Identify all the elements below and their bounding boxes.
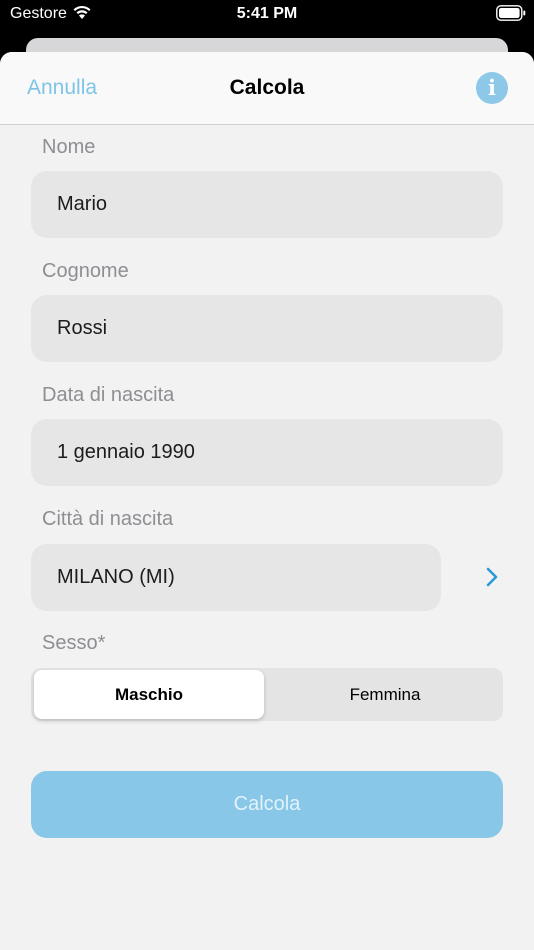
data-nascita-label: Data di nascita: [42, 384, 175, 406]
info-icon[interactable]: i: [476, 72, 508, 104]
sesso-label: Sesso*: [42, 632, 106, 654]
chevron-right-icon[interactable]: [484, 565, 500, 589]
page-title: Calcola: [229, 76, 305, 99]
citta-nascita-label: Città di nascita: [42, 508, 174, 530]
segment-femmina[interactable]: Femmina: [270, 670, 500, 719]
status-time: 5:41 PM: [236, 5, 298, 22]
battery-icon: [496, 5, 526, 21]
data-nascita-input[interactable]: 1 gennaio 1990: [31, 419, 503, 486]
screen: Gestore 5:41 PM Annulla Calcola i Nome M…: [0, 0, 534, 950]
cognome-input[interactable]: Rossi: [31, 295, 503, 362]
sesso-segmented-control: Maschio Femmina: [31, 668, 503, 721]
navigation-bar: Annulla Calcola i: [0, 52, 534, 125]
nome-label: Nome: [42, 136, 96, 158]
segment-maschio[interactable]: Maschio: [34, 670, 264, 719]
cognome-label: Cognome: [42, 260, 129, 282]
citta-nascita-input[interactable]: MILANO (MI): [31, 544, 441, 611]
nome-input[interactable]: Mario: [31, 171, 503, 238]
calcola-button[interactable]: Calcola: [31, 771, 503, 838]
status-bar: Gestore 5:41 PM: [0, 0, 534, 30]
modal-sheet: Annulla Calcola i Nome Mario Cognome Ros…: [0, 52, 534, 950]
